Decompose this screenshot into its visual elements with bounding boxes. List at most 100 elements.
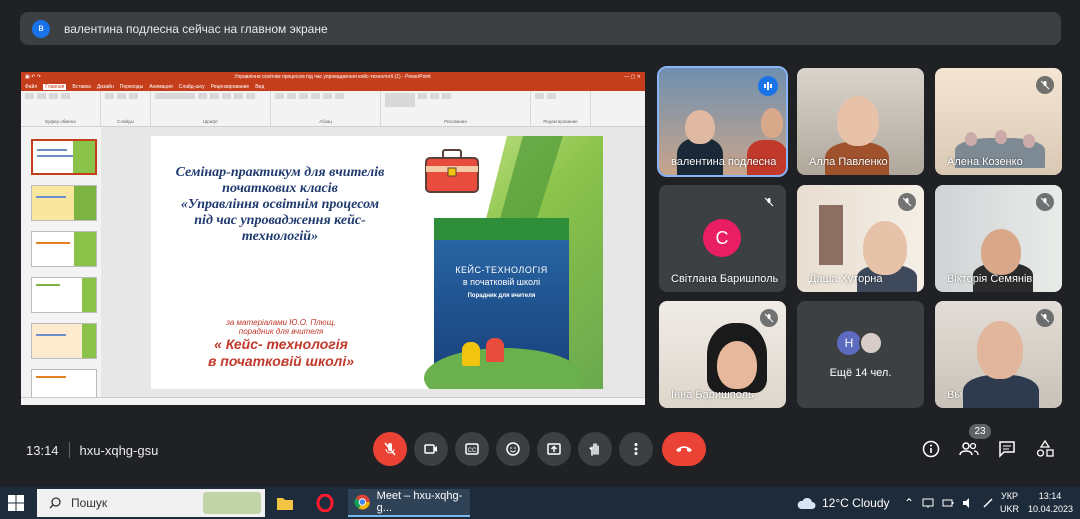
participant-tile[interactable]: Вікторія Семянів [935,185,1062,292]
ribbon-tab[interactable]: Слайд-шоу [179,84,205,90]
search-icon [49,497,61,509]
participant-name: Алена Козенко [947,156,1023,168]
ribbon: Буфер обмена Слайды Шрифт Абзац Рисовани… [21,91,645,127]
notification-text: валентина подлесна сейчас на главном экр… [64,21,328,36]
ribbon-tab-active[interactable]: Главная [43,83,67,90]
powerpoint-titlebar: ▣ ↶ ↷ Управління освітнім процесом під ч… [21,72,645,82]
participant-tile[interactable]: Даша Хуторна [797,185,924,292]
speaking-indicator-icon [758,76,778,96]
participant-avatar: С [703,219,741,257]
present-icon [547,443,561,455]
opera-button[interactable] [316,489,338,517]
participant-name: Світлана Баришполь [671,273,779,285]
camera-button[interactable] [414,432,448,466]
weather-widget[interactable]: 12°C Cloudy [796,487,890,519]
ribbon-group: Шрифт [151,91,271,126]
raise-hand-icon [589,443,599,456]
mic-off-icon [1036,76,1054,94]
book-cover-image: КЕЙС-ТЕХНОЛОГІЯ в початковій школі Порад… [424,218,584,389]
network-icon[interactable] [922,497,934,509]
participant-tile[interactable]: валентина подлесна [657,66,788,177]
leave-call-button[interactable] [662,432,706,466]
participant-tile[interactable]: Алла Павленко [797,68,924,175]
slide-title: Семінар-практикум для вчителів початкови… [175,165,385,244]
more-participants-label: Ещё 14 чел. [829,367,892,379]
more-participants-tile[interactable]: Н Ещё 14 чел. [797,301,924,408]
participant-name: Алла Павленко [809,156,888,168]
windows-start-icon[interactable] [8,495,24,511]
mic-off-icon [760,193,778,211]
ribbon-group: Рисование [381,91,531,126]
taskbar-clock[interactable]: 13:14 10.04.2023 [1028,490,1073,516]
ribbon-tabs: Файл Главная Вставка Дизайн Переходы Ани… [21,82,645,91]
taskbar-search[interactable]: Пошук [37,489,265,517]
activities-button[interactable] [1034,438,1056,460]
current-slide: Семінар-практикум для вчителів початкови… [151,136,603,389]
file-explorer-button[interactable] [276,489,298,517]
search-placeholder: Пошук [71,496,108,510]
search-highlight-image [203,492,261,514]
participant-tile[interactable]: Алена Козенко [935,68,1062,175]
chrome-icon [354,494,370,510]
weather-text: 12°C Cloudy [822,496,890,510]
slide-thumbnail[interactable]: 3 [31,231,97,267]
presenting-notification: в валентина подлесна сейчас на главном э… [20,12,1061,45]
slide-thumbnail[interactable]: 2 [31,185,97,221]
slide-thumbnail[interactable]: 5 [31,323,97,359]
self-tile[interactable]: Вы [935,301,1062,408]
participant-name: валентина подлесна [671,156,777,168]
slide-source: за матеріалами Ю.О. Плющ, порадник для в… [226,318,336,336]
pen-icon[interactable] [982,497,994,509]
ribbon-tab[interactable]: Переходы [120,84,143,90]
ribbon-group: Редактирование [531,91,591,126]
reactions-button[interactable] [496,432,530,466]
ribbon-tab[interactable]: Рецензирование [211,84,250,90]
mic-off-icon [760,309,778,327]
slide-thumbnail[interactable]: 4 [31,277,97,313]
emoji-icon [506,442,520,456]
ribbon-group: Слайды [101,91,151,126]
participant-count-badge: 23 [969,424,991,439]
chrome-meet-window-button[interactable]: Meet – hxu-xqhg-g... [348,489,470,517]
ribbon-tab[interactable]: Файл [25,84,37,90]
ribbon-group: Абзац [271,91,381,126]
meeting-code: hxu-xqhg-gsu [79,442,159,458]
presenter-avatar: в [32,19,50,38]
battery-icon[interactable] [942,497,954,509]
present-button[interactable] [537,432,571,466]
windows-taskbar: Пошук Meet – hxu-xqhg-g... 12°C Cloudy ⌃… [0,487,1080,519]
mic-off-icon [384,442,396,456]
chat-button[interactable] [996,438,1018,460]
ribbon-tab[interactable]: Анимация [149,84,172,90]
ribbon-group: Буфер обмена [21,91,101,126]
captions-icon: CC [465,443,479,455]
more-options-button[interactable] [619,432,653,466]
captions-button[interactable]: CC [455,432,489,466]
slide-thumbnail[interactable]: 1 [31,139,97,175]
shared-screen: ▣ ↶ ↷ Управління освітнім процесом під ч… [21,72,645,405]
ribbon-tab[interactable]: Вид [255,84,264,90]
participant-tile[interactable]: С Світлана Баришполь [659,185,786,292]
activities-icon [1036,440,1054,457]
people-icon [959,442,979,456]
mic-off-icon [898,193,916,211]
input-language[interactable]: УКР UKR [1000,490,1019,516]
hang-up-icon [676,446,692,452]
taskbar-app-label: Meet – hxu-xqhg-g... [376,490,463,514]
mic-off-icon [1036,309,1054,327]
ribbon-tab[interactable]: Вставка [72,84,91,90]
people-button[interactable] [958,438,980,460]
participant-tile[interactable]: Інна Баришполь [659,301,786,408]
chevron-up-icon[interactable]: ⌃ [904,496,914,510]
meeting-details-button[interactable] [920,438,942,460]
participant-avatar: Н [837,331,861,355]
mic-toggle-button[interactable] [373,432,407,466]
ribbon-tab[interactable]: Дизайн [97,84,114,90]
participant-name: Даша Хуторна [809,273,883,285]
volume-icon[interactable] [962,497,974,509]
briefcase-icon [425,149,479,193]
more-icon [634,443,638,455]
raise-hand-button[interactable] [578,432,612,466]
slide-book-reference: « Кейс- технологія в початковій школі» [207,336,355,369]
participant-name: Вы [947,389,963,401]
